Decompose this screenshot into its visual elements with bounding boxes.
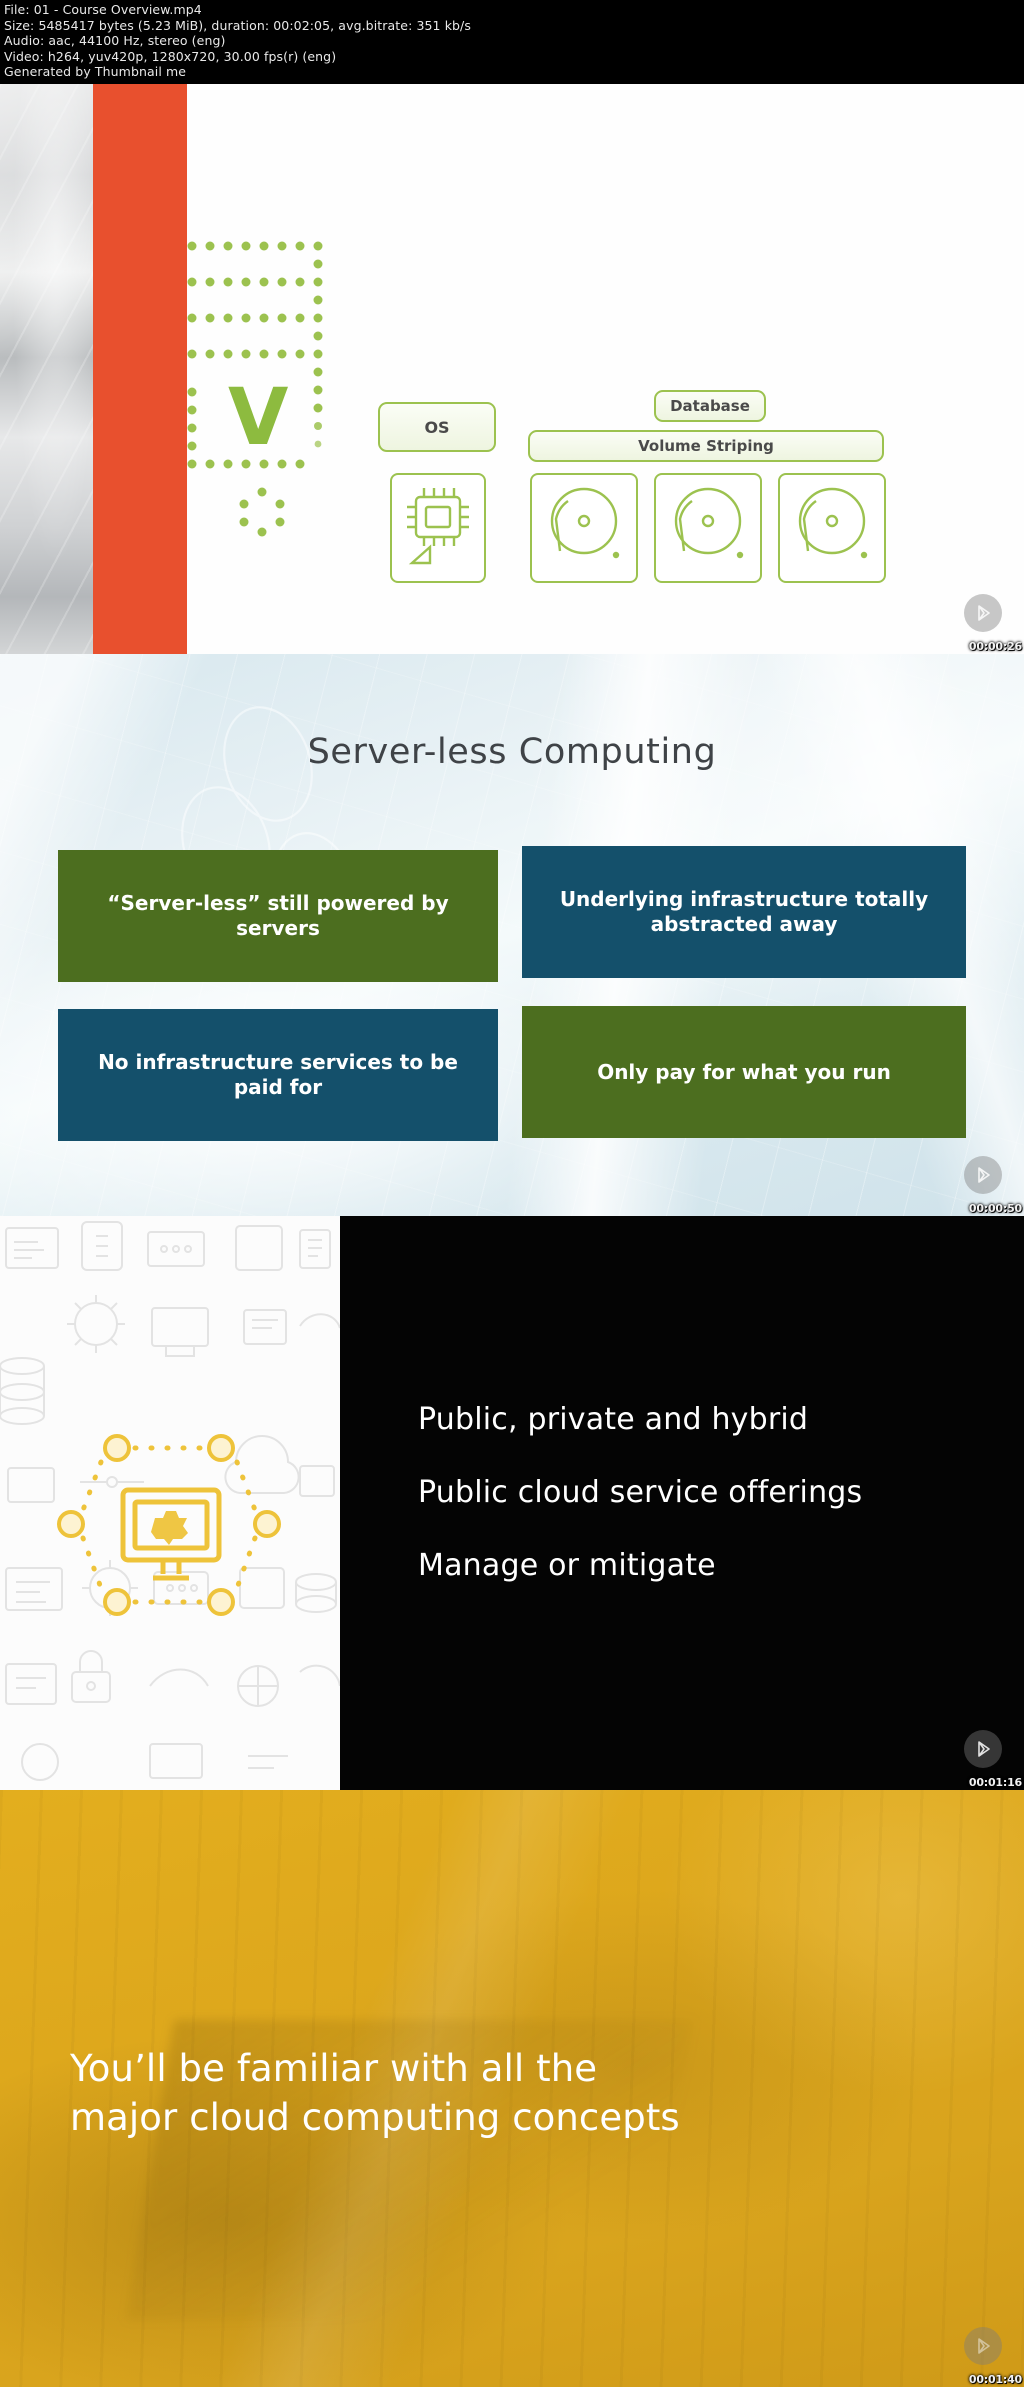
- concept-tile-2-text: Underlying infrastructure totally abstra…: [559, 887, 929, 936]
- metadata-generator-line: Generated by Thumbnail me: [4, 64, 187, 80]
- disk-device-box-1: [530, 473, 638, 583]
- play-overlay-icon[interactable]: [964, 1730, 1002, 1768]
- disk-device-box-3: [778, 473, 886, 583]
- concept-tile-1: “Server-less” still powered by servers: [58, 850, 498, 982]
- cloud-management-hex-icon: [57, 1434, 281, 1616]
- hero-line-2: major cloud computing concepts: [70, 2096, 680, 2140]
- thumbnail-contact-sheet: File: 01 - Course Overview.mp4 Size: 548…: [0, 0, 1024, 2387]
- database-label: Database: [670, 397, 750, 415]
- hard-disk-icon: [550, 487, 620, 559]
- hero-statement: You’ll be familiar with all the major cl…: [70, 2044, 950, 2142]
- cpu-device-box: [390, 473, 486, 583]
- bullet-item-3: Manage or mitigate: [418, 1548, 716, 1583]
- slide-icon-panel: [0, 1216, 340, 1790]
- slide-title: Server-less Computing: [307, 732, 717, 772]
- thumbnail-frame-1[interactable]: V OS Database Volume Striping 00:00:26: [0, 84, 1024, 654]
- concept-tile-1-text: “Server-less” still powered by servers: [107, 891, 449, 940]
- dot-cluster-icon: [239, 487, 285, 537]
- bullet-item-2: Public cloud service offerings: [418, 1475, 863, 1510]
- play-overlay-icon[interactable]: [964, 1156, 1002, 1194]
- frame-timestamp: 00:00:50: [968, 1202, 1022, 1215]
- concept-tile-3: No infrastructure services to be paid fo…: [58, 1009, 498, 1141]
- hero-line-1: You’ll be familiar with all the: [70, 2047, 598, 2090]
- bullet-item-1: Public, private and hybrid: [418, 1402, 809, 1437]
- os-label: OS: [424, 417, 450, 437]
- cpu-chip-icon: [407, 488, 469, 565]
- hard-disk-icon: [798, 487, 868, 559]
- concept-tile-2: Underlying infrastructure totally abstra…: [522, 846, 966, 978]
- frame-timestamp: 00:01:40: [968, 2373, 1022, 2386]
- concept-tile-4-text: Only pay for what you run: [597, 1059, 891, 1084]
- hard-disk-icon: [674, 487, 744, 559]
- slide-photo-strip: [0, 84, 93, 654]
- disk-device-box-2: [654, 473, 762, 583]
- play-overlay-icon[interactable]: [964, 2327, 1002, 2365]
- play-overlay-icon[interactable]: [964, 594, 1002, 632]
- concept-tile-4: Only pay for what you run: [522, 1006, 966, 1138]
- metadata-audio-line: Audio: aac, 44100 Hz, stereo (eng): [4, 33, 226, 49]
- thumbnail-frame-2[interactable]: Server-less Computing “Server-less” stil…: [0, 654, 1024, 1216]
- v-letter-glyph: V: [228, 373, 289, 463]
- metadata-file-line: File: 01 - Course Overview.mp4: [4, 2, 202, 17]
- thumbnail-frame-3[interactable]: Public, private and hybrid Public cloud …: [0, 1216, 1024, 1790]
- frame-timestamp: 00:00:26: [968, 640, 1022, 653]
- concept-tile-3-text: No infrastructure services to be paid fo…: [98, 1050, 458, 1099]
- volume-striping-label-box: Volume Striping: [528, 430, 884, 462]
- os-label-box: OS: [378, 402, 496, 452]
- frame-timestamp: 00:01:16: [968, 1776, 1022, 1789]
- video-metadata-header: File: 01 - Course Overview.mp4 Size: 548…: [0, 0, 1024, 84]
- slide-accent-bar: [93, 84, 187, 654]
- metadata-video-line: Video: h264, yuv420p, 1280x720, 30.00 fp…: [4, 48, 337, 64]
- thumbnail-frame-4[interactable]: You’ll be familiar with all the major cl…: [0, 1790, 1024, 2387]
- volume-striping-label: Volume Striping: [638, 437, 774, 455]
- database-label-box: Database: [654, 390, 766, 422]
- metadata-size-line: Size: 5485417 bytes (5.23 MiB), duration…: [4, 17, 471, 33]
